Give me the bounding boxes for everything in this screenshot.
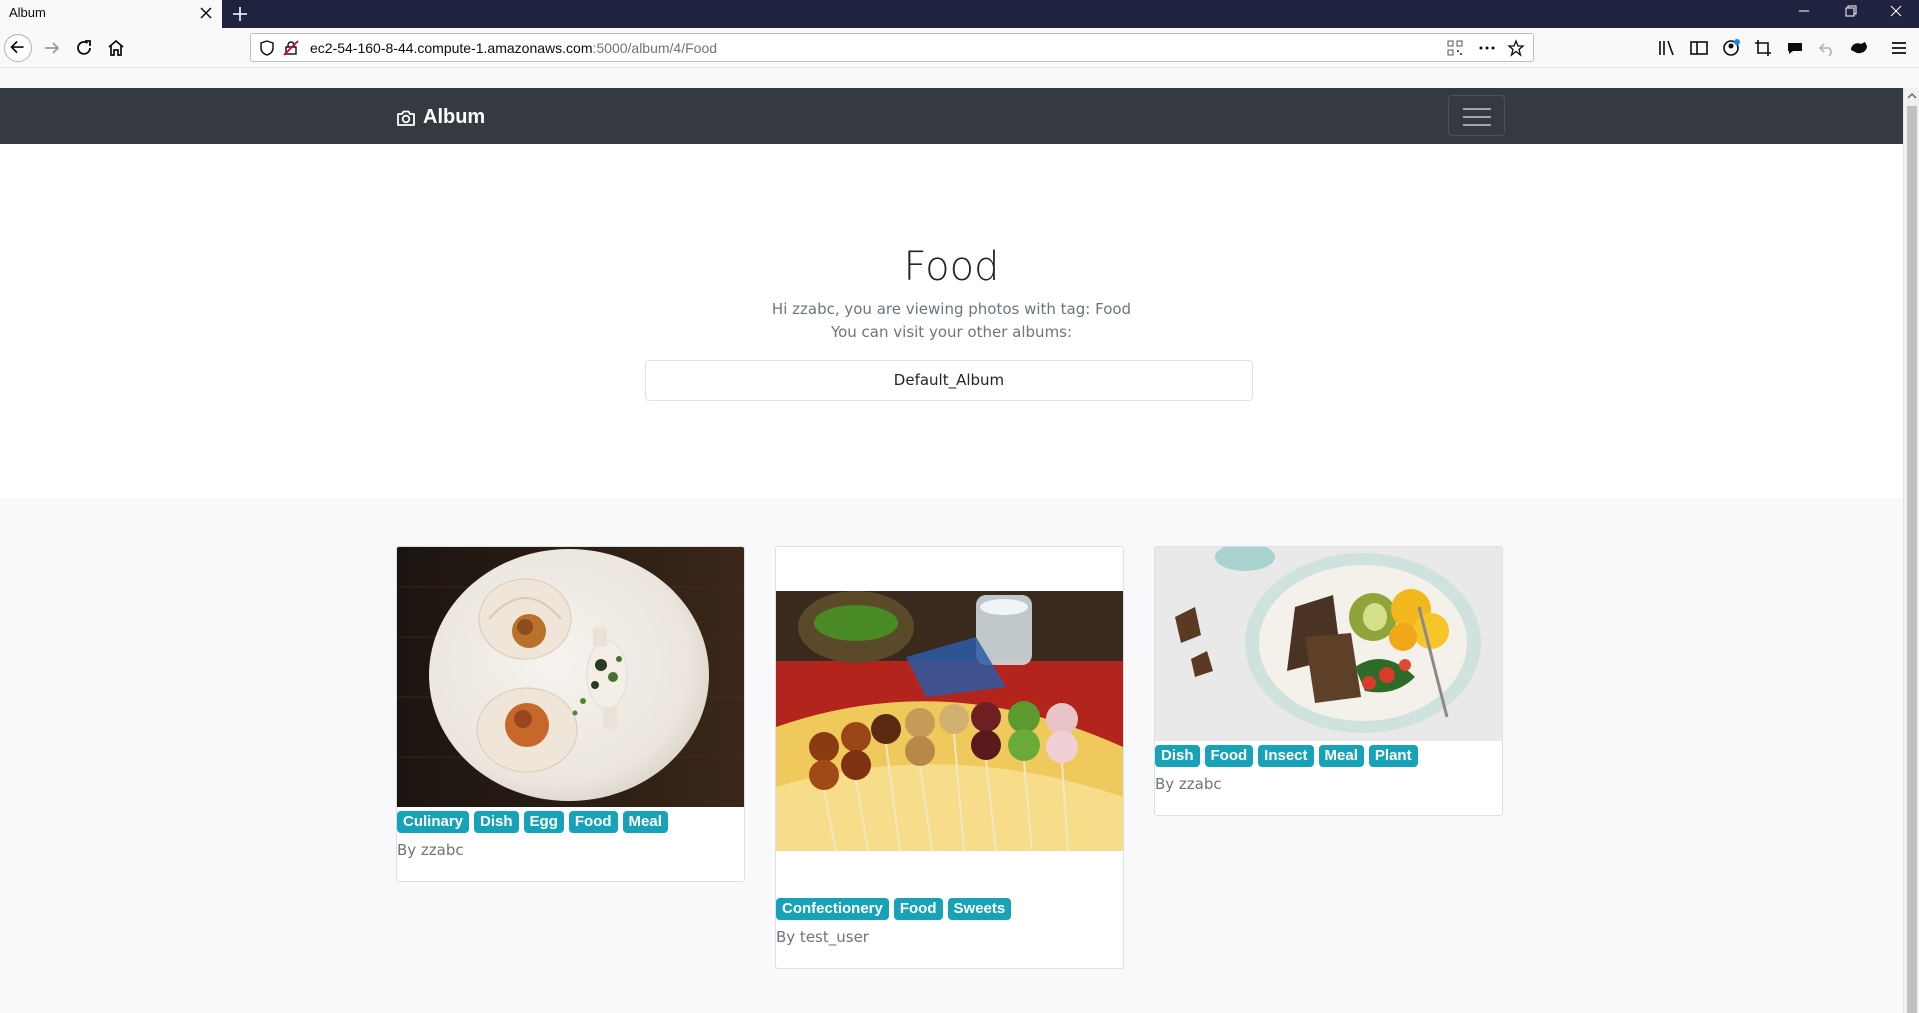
site-header: Album <box>0 88 1903 144</box>
restore-icon[interactable] <box>1827 0 1873 22</box>
chat-icon[interactable] <box>1783 36 1807 60</box>
url-path: :5000/album/4/Food <box>592 40 718 56</box>
tag-list: Culinary Dish Egg Food Meal <box>397 807 744 833</box>
tag-badge[interactable]: Dish <box>1155 745 1200 767</box>
tag-list: Dish Food Insect Meal Plant <box>1155 741 1502 767</box>
photo-grid: Culinary Dish Egg Food Meal By zzabc Con… <box>0 498 1903 1013</box>
url-text: ec2-54-160-8-44.compute-1.amazonaws.com:… <box>310 40 717 56</box>
camera-icon <box>397 110 415 126</box>
tag-list: Confectionery Food Sweets <box>776 894 1123 920</box>
page-title: Food <box>903 244 1000 290</box>
plus-icon[interactable] <box>230 4 250 24</box>
photo-byline: By zzabc <box>1155 775 1222 793</box>
brand-text: Album <box>423 106 486 128</box>
page-content: Album Food Hi zzabc, you are viewing pho… <box>0 88 1903 1013</box>
home-icon[interactable] <box>104 36 128 60</box>
brand-link[interactable]: Album <box>396 106 485 129</box>
tag-badge[interactable]: Egg <box>523 811 564 833</box>
greeting-text: Hi zzabc, you are viewing photos with ta… <box>771 300 1132 318</box>
crop-icon[interactable] <box>1751 36 1775 60</box>
page-scrollbar[interactable] <box>1903 88 1919 1013</box>
browser-toolbar: ec2-54-160-8-44.compute-1.amazonaws.com:… <box>0 28 1919 68</box>
scrollbar-thumb[interactable] <box>1907 106 1917 1013</box>
more-icon[interactable] <box>1478 39 1496 57</box>
close-icon[interactable] <box>198 5 214 21</box>
tag-badge[interactable]: Food <box>1204 745 1254 767</box>
photo-byline: By zzabc <box>397 841 464 859</box>
star-icon[interactable] <box>1507 39 1525 57</box>
qr-code-icon[interactable] <box>1446 39 1464 57</box>
tag-badge[interactable]: Insect <box>1258 745 1314 767</box>
minimize-icon[interactable] <box>1781 0 1827 22</box>
undo-icon[interactable] <box>1815 36 1839 60</box>
extension-icon[interactable] <box>1847 36 1871 60</box>
food-photo[interactable] <box>776 547 1123 894</box>
default-album-button[interactable]: Default_Album <box>645 360 1253 401</box>
tag-badge[interactable]: Meal <box>1318 745 1364 767</box>
photo-card: Culinary Dish Egg Food Meal By zzabc <box>396 546 745 882</box>
back-button[interactable] <box>4 34 32 62</box>
tag-badge[interactable]: Meal <box>622 811 668 833</box>
photo-card: Dish Food Insect Meal Plant By zzabc <box>1154 546 1503 816</box>
photo-byline: By test_user <box>776 928 869 946</box>
tab-strip: Album <box>0 0 1919 28</box>
tag-badge[interactable]: Food <box>568 811 618 833</box>
tag-badge[interactable]: Sweets <box>947 898 1012 920</box>
window-close-icon[interactable] <box>1873 0 1919 22</box>
food-photo[interactable] <box>397 547 744 807</box>
sidebar-icon[interactable] <box>1687 36 1711 60</box>
photo-card: Confectionery Food Sweets By test_user <box>775 546 1124 969</box>
hamburger-bar <box>1463 108 1491 110</box>
url-host: ec2-54-160-8-44.compute-1.amazonaws.com <box>310 40 593 56</box>
tag-badge[interactable]: Plant <box>1368 745 1418 767</box>
account-icon[interactable] <box>1719 36 1743 60</box>
food-photo[interactable] <box>1155 547 1502 741</box>
url-bar[interactable]: ec2-54-160-8-44.compute-1.amazonaws.com:… <box>250 33 1534 62</box>
insecure-lock-icon[interactable] <box>282 39 300 57</box>
tag-badge[interactable]: Food <box>893 898 943 920</box>
other-albums-text: You can visit your other albums: <box>830 323 1073 341</box>
browser-tab[interactable]: Album <box>0 0 222 28</box>
hero-section: Food Hi zzabc, you are viewing photos wi… <box>0 144 1903 498</box>
hamburger-bar <box>1463 124 1491 126</box>
scroll-up-arrow-icon[interactable] <box>1907 91 1917 101</box>
shield-icon[interactable] <box>258 39 276 57</box>
back-arrow-icon <box>10 40 24 54</box>
hamburger-bar <box>1463 116 1491 118</box>
tab-title: Album <box>9 5 46 20</box>
reload-icon[interactable] <box>72 36 96 60</box>
tag-badge[interactable]: Dish <box>474 811 519 833</box>
tag-badge[interactable]: Confectionery <box>776 898 889 920</box>
menu-icon[interactable] <box>1887 36 1911 60</box>
tag-badge[interactable]: Culinary <box>397 811 470 833</box>
library-icon[interactable] <box>1655 36 1679 60</box>
navbar-toggle-button[interactable] <box>1448 95 1505 136</box>
forward-arrow-icon[interactable] <box>40 36 64 60</box>
